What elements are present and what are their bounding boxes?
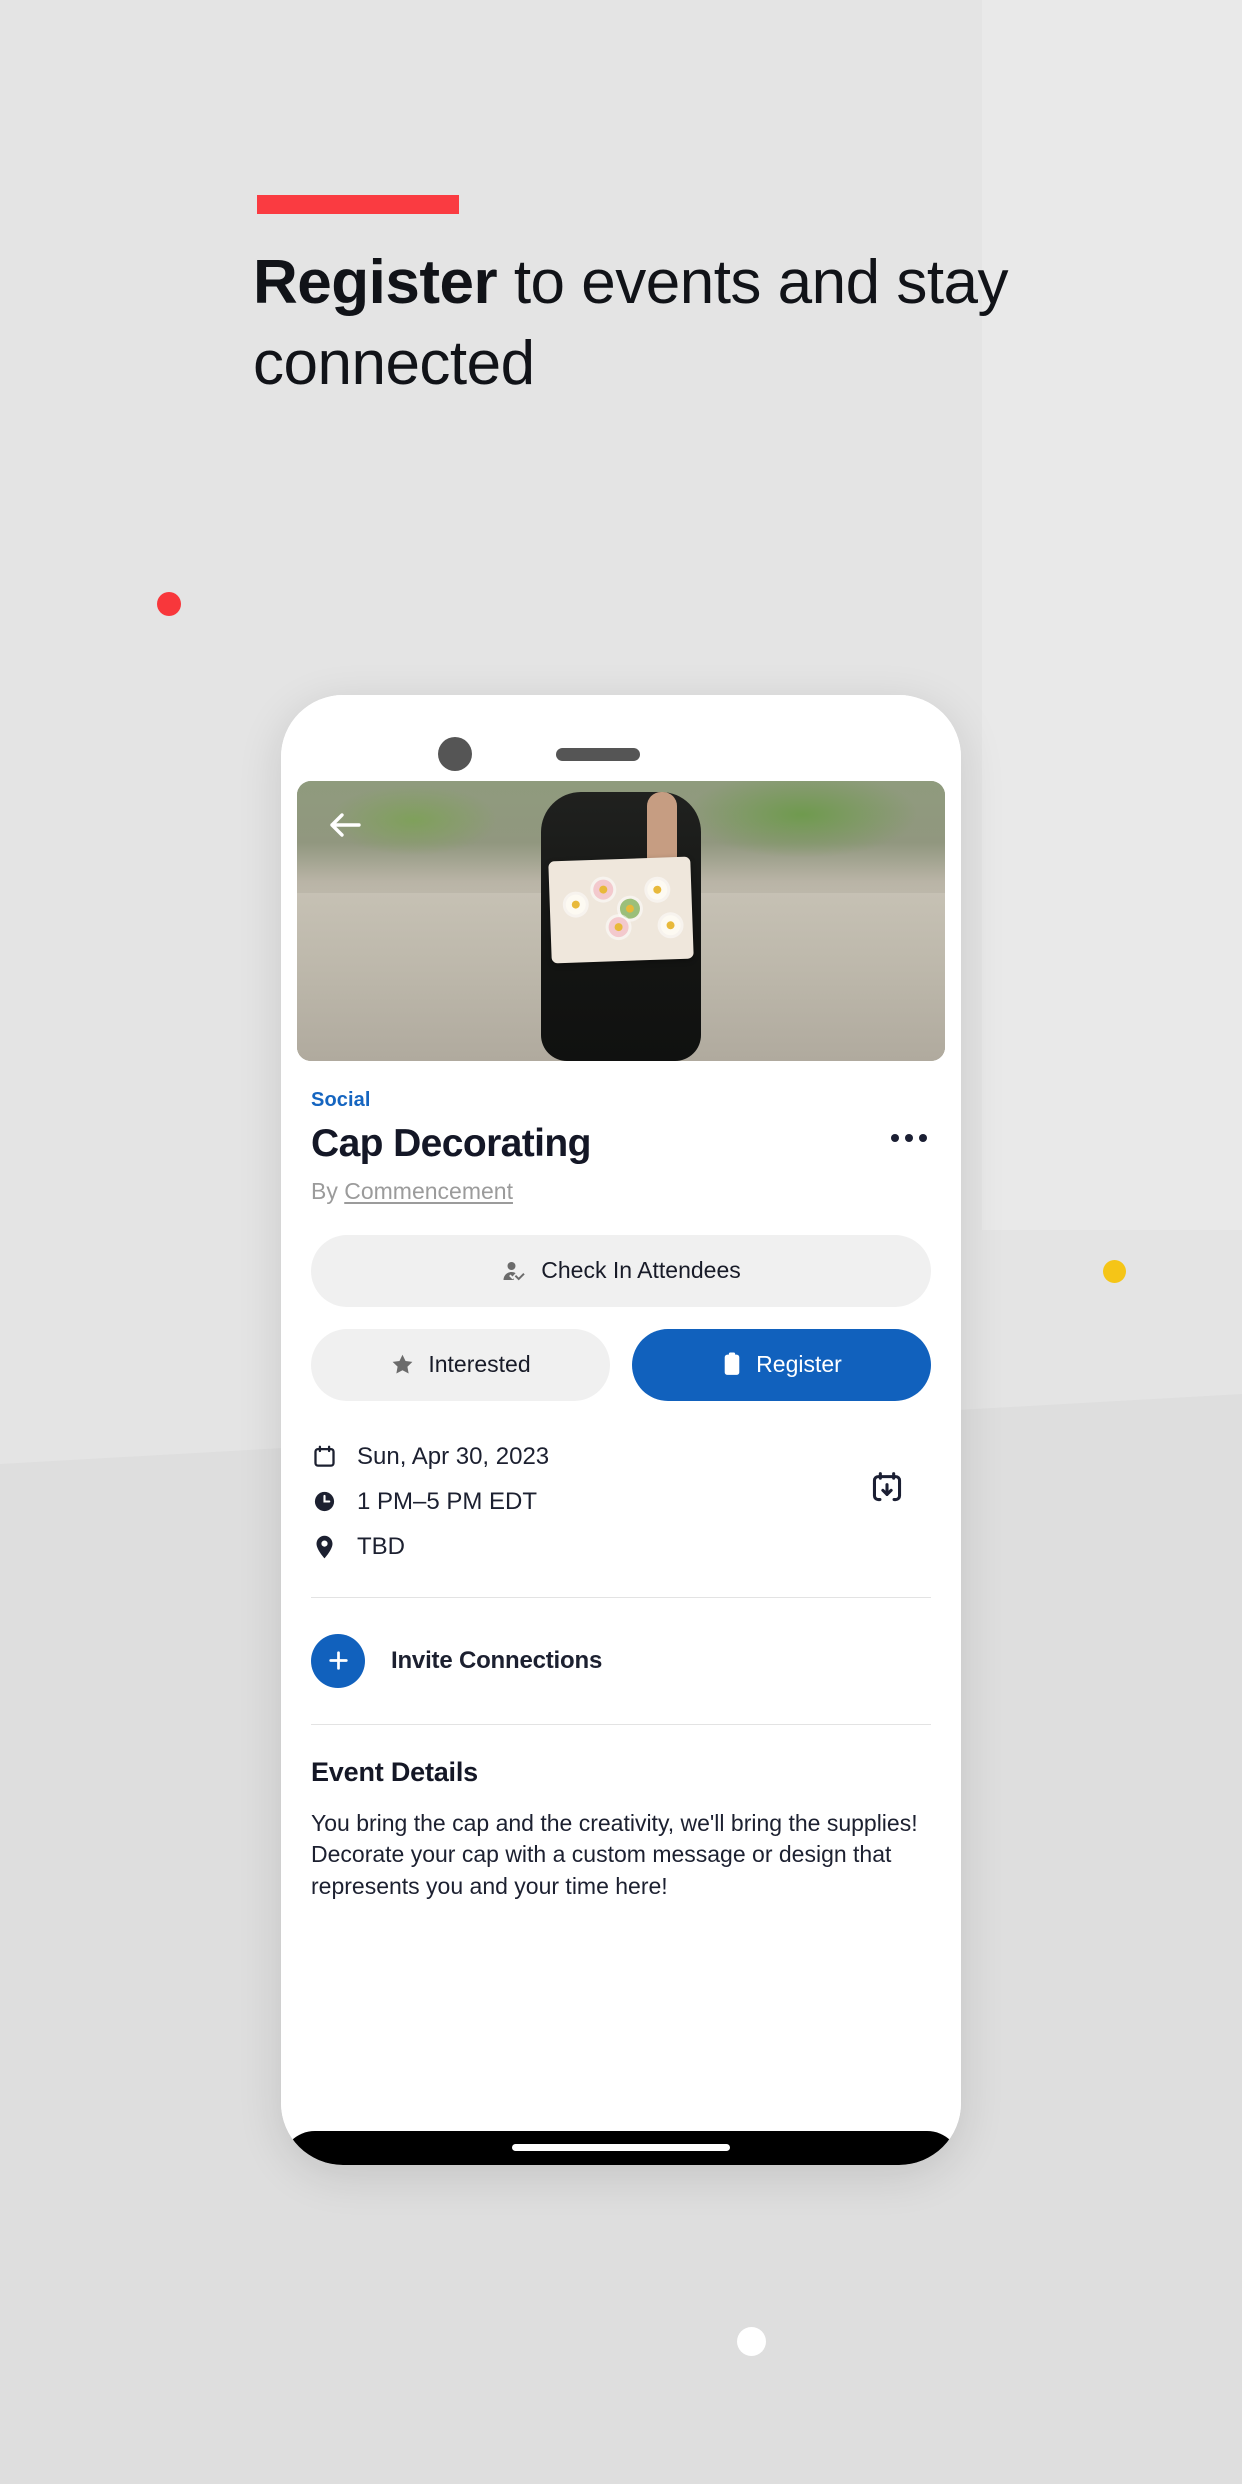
event-title: Cap Decorating (311, 1122, 591, 1165)
event-content: Social Cap Decorating By Commencement Ch… (281, 1089, 961, 1902)
page-title-emphasis: Register (253, 248, 498, 317)
hero-flower (660, 914, 681, 936)
event-details-body: You bring the cap and the creativity, we… (311, 1809, 918, 1899)
kebab-dot (891, 1134, 899, 1142)
event-action-row: Interested Register (311, 1328, 931, 1401)
event-location-value: TBD (357, 1532, 405, 1560)
event-details-heading: Event Details (311, 1756, 478, 1787)
hero-flower (565, 894, 587, 915)
invite-connections-label: Invite Connections (391, 1646, 603, 1674)
kebab-dot (919, 1134, 927, 1142)
phone-camera-dot (438, 737, 472, 771)
map-pin-icon (311, 1535, 337, 1559)
carousel-page-indicator[interactable] (737, 2327, 766, 2356)
kebab-dot (905, 1134, 913, 1142)
clipboard-icon (721, 1352, 743, 1377)
phone-status-bar (281, 695, 961, 781)
page-root: Register to events and stay connected So… (0, 0, 1242, 2484)
plus-icon (311, 1633, 365, 1688)
interested-button[interactable]: Interested (311, 1328, 610, 1401)
interested-label: Interested (428, 1351, 531, 1378)
star-icon (390, 1352, 415, 1377)
page-title: Register to events and stay connected (253, 243, 1013, 404)
invite-connections-row[interactable]: Invite Connections (311, 1598, 931, 1724)
by-prefix: By (311, 1177, 345, 1204)
app-screen: Social Cap Decorating By Commencement Ch… (281, 781, 961, 2165)
section-divider (311, 1723, 931, 1725)
event-meta: Sun, Apr 30, 2023 1 PM–5 PM EDT TBD (311, 1443, 931, 1561)
register-label: Register (756, 1351, 842, 1378)
phone-speaker-bar (556, 748, 640, 761)
clock-icon (311, 1490, 337, 1513)
event-hero-image (297, 781, 945, 1061)
event-time-value: 1 PM–5 PM EDT (357, 1487, 538, 1515)
event-category-badge[interactable]: Social (311, 1089, 931, 1112)
hero-flower (646, 879, 668, 901)
decorative-red-dot (157, 592, 181, 616)
calendar-icon (311, 1445, 337, 1468)
check-in-attendees-button[interactable]: Check In Attendees (311, 1234, 931, 1307)
event-meta-wrapper: Sun, Apr 30, 2023 1 PM–5 PM EDT TBD (311, 1443, 931, 1561)
event-title-row: Cap Decorating (311, 1122, 931, 1166)
hero-flower (608, 916, 629, 938)
decorative-yellow-dot (1103, 1260, 1126, 1283)
event-date-row: Sun, Apr 30, 2023 (311, 1443, 931, 1471)
hero-graduation-cap (548, 856, 694, 964)
calendar-download-icon[interactable] (871, 1471, 903, 1508)
phone-mockup: Social Cap Decorating By Commencement Ch… (281, 695, 961, 2165)
organizer-link[interactable]: Commencement (344, 1178, 513, 1204)
event-location-row: TBD (311, 1533, 931, 1561)
kebab-menu-icon[interactable] (875, 1122, 931, 1142)
person-check-icon (501, 1259, 528, 1283)
event-date-value: Sun, Apr 30, 2023 (357, 1442, 550, 1470)
register-button[interactable]: Register (632, 1328, 931, 1401)
phone-bottom-bar (281, 2131, 961, 2165)
headline-accent-rule (257, 195, 459, 214)
home-indicator[interactable] (512, 2144, 730, 2151)
background-panel-top-right (982, 0, 1242, 1230)
event-time-row: 1 PM–5 PM EDT (311, 1488, 931, 1516)
hero-flower (619, 898, 641, 920)
check-in-attendees-label: Check In Attendees (541, 1257, 741, 1284)
event-organizer-line: By Commencement (311, 1178, 931, 1205)
back-arrow-icon[interactable] (323, 803, 367, 847)
hero-flower (592, 879, 614, 900)
